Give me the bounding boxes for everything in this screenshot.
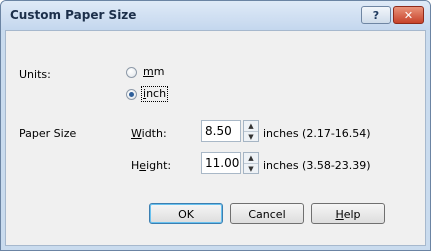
title-bar[interactable]: Custom Paper Size ? ✕ [1,1,430,30]
height-spinner[interactable]: ▲ ▼ [243,152,259,174]
width-spinner[interactable]: ▲ ▼ [243,120,259,142]
close-button[interactable]: ✕ [393,6,424,24]
chevron-down-icon[interactable]: ▼ [244,163,258,174]
inch-label[interactable]: inch [141,86,169,102]
mm-label[interactable]: mm [143,65,164,78]
width-range: inches (2.17-16.54) [263,127,371,140]
paper-size-label: Paper Size [19,127,77,140]
ok-button[interactable]: OK [149,203,223,224]
mm-radio-button[interactable] [126,67,137,78]
height-input[interactable]: 11.00 [201,152,241,174]
width-label: Width: [131,127,167,140]
help-button[interactable]: Help [311,203,385,224]
inch-radio-button[interactable] [126,89,137,100]
width-input[interactable]: 8.50 [201,120,241,142]
title-help-button[interactable]: ? [361,6,391,24]
chevron-up-icon[interactable]: ▲ [244,153,258,163]
chevron-up-icon[interactable]: ▲ [244,121,258,131]
cancel-button[interactable]: Cancel [230,203,304,224]
dialog-title: Custom Paper Size [10,8,137,22]
units-label: Units: [19,68,51,81]
close-icon: ✕ [403,8,414,22]
height-range: inches (3.58-23.39) [263,159,371,172]
question-mark-icon: ? [372,8,380,22]
chevron-down-icon[interactable]: ▼ [244,131,258,142]
height-label: Height: [131,159,172,172]
custom-paper-size-dialog: Custom Paper Size ? ✕ Units: mm inch Pap… [0,0,431,251]
